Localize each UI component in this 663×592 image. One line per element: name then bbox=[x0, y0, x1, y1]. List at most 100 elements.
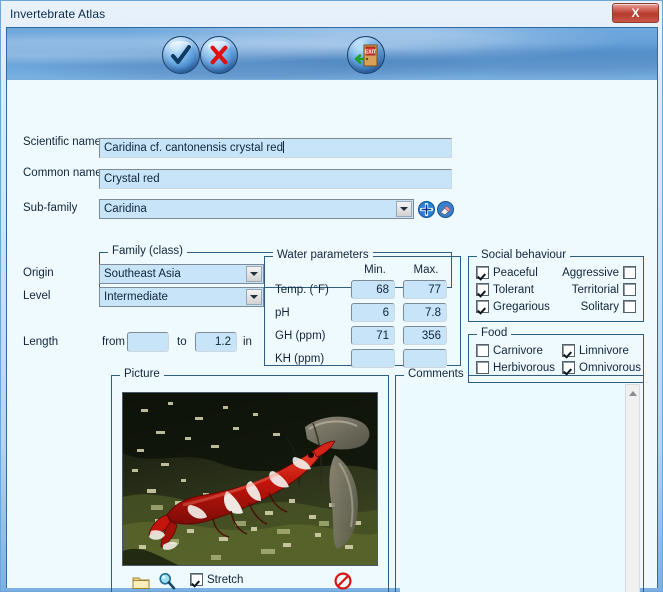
water-gh-min-input[interactable]: 71 bbox=[351, 326, 395, 345]
checkbox-label: Herbivorous bbox=[493, 361, 555, 374]
common-name-value: Crystal red bbox=[104, 173, 160, 185]
shrimp-photo bbox=[123, 393, 377, 565]
checkbox-tolerant[interactable]: Tolerant bbox=[476, 283, 534, 296]
comments-textarea[interactable] bbox=[400, 384, 639, 592]
text-caret bbox=[282, 141, 284, 153]
subfamily-select[interactable]: Caridina bbox=[99, 199, 414, 219]
level-label: Level bbox=[23, 290, 51, 302]
forbidden-icon bbox=[334, 572, 352, 590]
food-title: Food bbox=[477, 327, 512, 339]
checkbox-box[interactable] bbox=[476, 300, 489, 313]
title-bar[interactable]: Invertebrate Atlas X bbox=[1, 1, 663, 26]
close-button[interactable]: X bbox=[612, 3, 659, 23]
subfamily-value: Caridina bbox=[104, 203, 147, 215]
add-subfamily-button[interactable] bbox=[418, 201, 435, 218]
ok-button[interactable] bbox=[162, 36, 200, 74]
chevron-down-icon[interactable] bbox=[396, 201, 412, 217]
water-parameters-title: Water parameters bbox=[273, 249, 373, 261]
origin-value: Southeast Asia bbox=[104, 268, 181, 280]
subfamily-label: Sub-family bbox=[23, 202, 78, 214]
checkbox-box[interactable] bbox=[623, 300, 636, 313]
social-behaviour-title: Social behaviour bbox=[477, 249, 571, 261]
cancel-button[interactable] bbox=[200, 36, 238, 74]
magnifier-icon bbox=[159, 573, 176, 590]
water-kh-min-input[interactable] bbox=[351, 349, 395, 368]
plus-circle-icon bbox=[418, 201, 435, 218]
water-ph-max-input[interactable]: 7.8 bbox=[403, 303, 447, 322]
water-row-label: pH bbox=[275, 307, 290, 319]
toolbar: EXIT bbox=[7, 28, 657, 80]
exit-button[interactable]: EXIT bbox=[347, 36, 385, 74]
water-temp-min-input[interactable]: 68 bbox=[351, 280, 395, 299]
checkbox-limnivore[interactable]: Limnivore bbox=[562, 344, 629, 357]
checkbox-label: Stretch bbox=[207, 573, 244, 586]
water-ph-min-input[interactable]: 6 bbox=[351, 303, 395, 322]
checkbox-box[interactable] bbox=[562, 361, 575, 374]
water-min-header: Min. bbox=[364, 264, 386, 276]
checkbox-aggressive[interactable]: Aggressive bbox=[551, 266, 636, 279]
checkbox-box[interactable] bbox=[623, 283, 636, 296]
origin-label: Origin bbox=[23, 267, 54, 279]
chevron-down-icon[interactable] bbox=[246, 289, 262, 305]
water-row-label: Temp. (°F) bbox=[275, 284, 329, 296]
checkmark-icon bbox=[162, 36, 200, 74]
water-gh-max-input[interactable]: 356 bbox=[403, 326, 447, 345]
checkbox-box[interactable] bbox=[476, 283, 489, 296]
checkbox-label: Limnivore bbox=[579, 344, 629, 357]
common-name-input[interactable]: Crystal red bbox=[99, 169, 452, 189]
water-kh-max-input[interactable] bbox=[403, 349, 447, 368]
checkbox-label: Aggressive bbox=[562, 266, 619, 279]
checkbox-label: Territorial bbox=[571, 283, 619, 296]
open-picture-button[interactable] bbox=[132, 574, 150, 590]
checkbox-peaceful[interactable]: Peaceful bbox=[476, 266, 538, 279]
form-body: Scientific name Caridina cf. cantonensis… bbox=[7, 80, 657, 592]
clear-picture-button[interactable] bbox=[334, 572, 352, 590]
window-frame: Invertebrate Atlas X EXIT Scientific nam… bbox=[0, 0, 663, 592]
checkbox-solitary[interactable]: Solitary bbox=[551, 300, 636, 313]
length-unit-label: in bbox=[243, 336, 252, 348]
folder-icon bbox=[132, 577, 150, 589]
checkbox-herbivorous[interactable]: Herbivorous bbox=[476, 361, 555, 374]
scientific-name-input[interactable]: Caridina cf. cantonensis crystal red bbox=[99, 138, 452, 158]
checkbox-label: Carnivore bbox=[493, 344, 543, 357]
water-row-label: GH (ppm) bbox=[275, 330, 326, 342]
checkbox-label: Omnivorous bbox=[579, 361, 641, 374]
length-from-input[interactable] bbox=[127, 332, 169, 352]
checkbox-omnivorous[interactable]: Omnivorous bbox=[562, 361, 641, 374]
exit-door-icon: EXIT bbox=[347, 36, 385, 74]
checkbox-box[interactable] bbox=[476, 361, 489, 374]
picture-preview[interactable] bbox=[122, 392, 378, 566]
picture-group: Picture Stretch bbox=[111, 368, 389, 592]
checkbox-carnivore[interactable]: Carnivore bbox=[476, 344, 543, 357]
eraser-icon bbox=[437, 201, 454, 218]
length-from-label: from bbox=[102, 336, 125, 348]
svg-text:EXIT: EXIT bbox=[365, 49, 376, 55]
zoom-picture-button[interactable] bbox=[158, 572, 176, 590]
length-to-label: to bbox=[177, 336, 187, 348]
water-row-label: KH (ppm) bbox=[275, 353, 325, 365]
checkbox-box[interactable] bbox=[623, 266, 636, 279]
scientific-name-label: Scientific name bbox=[23, 136, 101, 148]
scroll-up-icon[interactable] bbox=[626, 386, 639, 400]
checkbox-box[interactable] bbox=[476, 266, 489, 279]
checkbox-territorial[interactable]: Territorial bbox=[551, 283, 636, 296]
family-group-title: Family (class) bbox=[108, 245, 187, 257]
comments-title: Comments bbox=[404, 368, 468, 380]
checkbox-stretch[interactable]: Stretch bbox=[190, 573, 243, 586]
cross-icon bbox=[200, 36, 238, 74]
length-to-value: 1.2 bbox=[215, 336, 231, 348]
common-name-label: Common name bbox=[23, 167, 102, 179]
scroll-down-icon[interactable] bbox=[626, 587, 639, 592]
length-to-input[interactable]: 1.2 bbox=[195, 332, 237, 352]
checkbox-gregarious[interactable]: Gregarious bbox=[476, 300, 550, 313]
comments-scrollbar[interactable] bbox=[625, 384, 640, 592]
origin-select[interactable]: Southeast Asia bbox=[99, 264, 264, 284]
delete-subfamily-button[interactable] bbox=[437, 201, 454, 218]
checkbox-box[interactable] bbox=[190, 573, 203, 586]
checkbox-box[interactable] bbox=[562, 344, 575, 357]
water-temp-max-input[interactable]: 77 bbox=[403, 280, 447, 299]
level-select[interactable]: Intermediate bbox=[99, 287, 264, 307]
checkbox-label: Peaceful bbox=[493, 266, 538, 279]
checkbox-box[interactable] bbox=[476, 344, 489, 357]
chevron-down-icon[interactable] bbox=[246, 266, 262, 282]
